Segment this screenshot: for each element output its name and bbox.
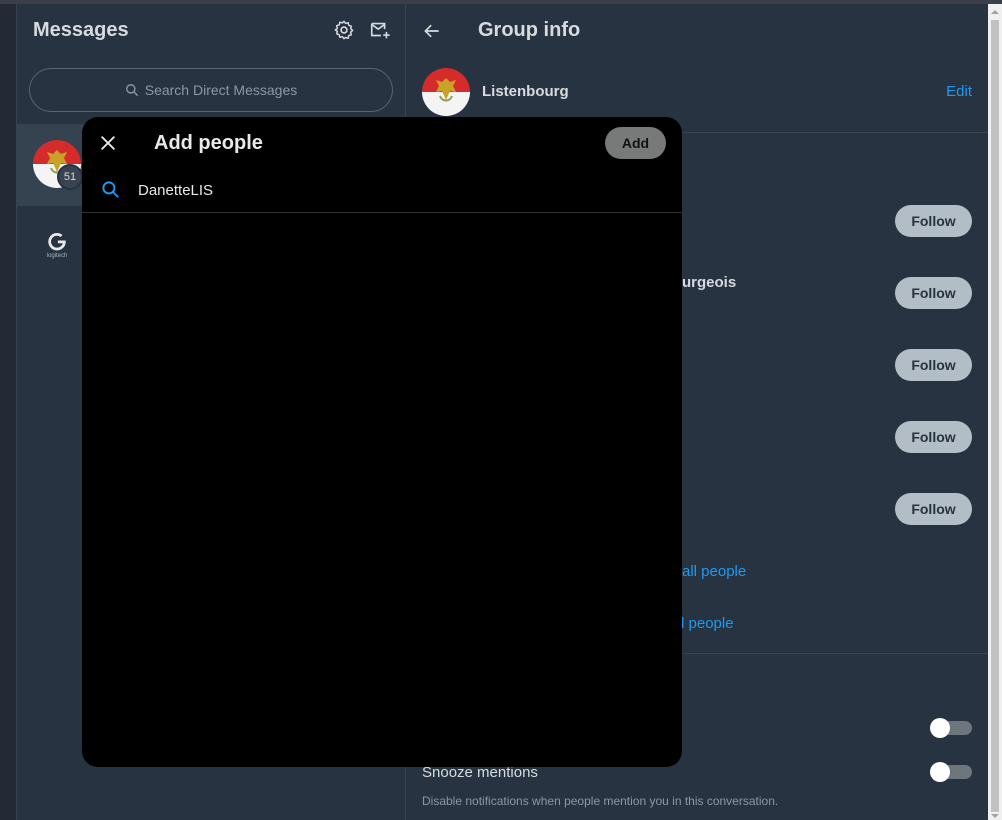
follow-button[interactable]: Follow [895, 493, 972, 525]
back-arrow-icon[interactable] [422, 21, 442, 41]
follow-button[interactable]: Follow [895, 349, 972, 381]
gear-icon[interactable] [333, 19, 355, 41]
add-people-link[interactable]: d people [676, 615, 734, 632]
modal-divider [82, 212, 682, 213]
group-name: Listenbourg [482, 83, 569, 100]
close-icon[interactable] [98, 133, 118, 153]
scroll-down-arrow-icon[interactable] [991, 812, 999, 820]
modal-title: Add people [154, 132, 263, 154]
edit-group-link[interactable]: Edit [946, 83, 972, 100]
logitech-logo-icon [48, 233, 66, 251]
left-gutter [0, 4, 17, 820]
page-scrollbar[interactable] [988, 4, 1002, 820]
follow-button[interactable]: Follow [895, 277, 972, 309]
snooze-mentions-description: Disable notifications when people mentio… [422, 794, 779, 808]
member-count-badge: 51 [57, 164, 83, 190]
follow-button[interactable]: Follow [895, 205, 972, 237]
follow-button[interactable]: Follow [895, 421, 972, 453]
search-direct-messages-input[interactable]: Search Direct Messages [29, 68, 393, 112]
group-avatar [422, 68, 470, 116]
snooze-mentions-toggle[interactable] [930, 762, 972, 782]
toggle-knob [930, 762, 950, 782]
toggle-knob [930, 718, 950, 738]
new-message-icon[interactable] [369, 19, 391, 41]
group-info-title: Group info [478, 19, 581, 41]
logitech-logo-text: logitech [46, 253, 68, 259]
messages-title: Messages [33, 19, 129, 41]
notifications-toggle[interactable] [930, 718, 972, 738]
scrollbar-thumb[interactable] [991, 20, 999, 812]
member-name-partial: urgeois [682, 274, 737, 291]
messages-header: Messages [17, 4, 406, 58]
add-people-modal: Add people Add [82, 117, 682, 767]
search-icon [125, 84, 138, 96]
add-button[interactable]: Add [605, 127, 666, 159]
scroll-up-arrow-icon[interactable] [991, 8, 999, 16]
search-icon [102, 181, 119, 198]
search-placeholder: Search Direct Messages [144, 82, 298, 98]
search-people-input[interactable] [130, 175, 660, 205]
conversation-item-logitech[interactable]: logitech [39, 230, 75, 266]
show-all-people-link[interactable]: all people [682, 563, 746, 580]
